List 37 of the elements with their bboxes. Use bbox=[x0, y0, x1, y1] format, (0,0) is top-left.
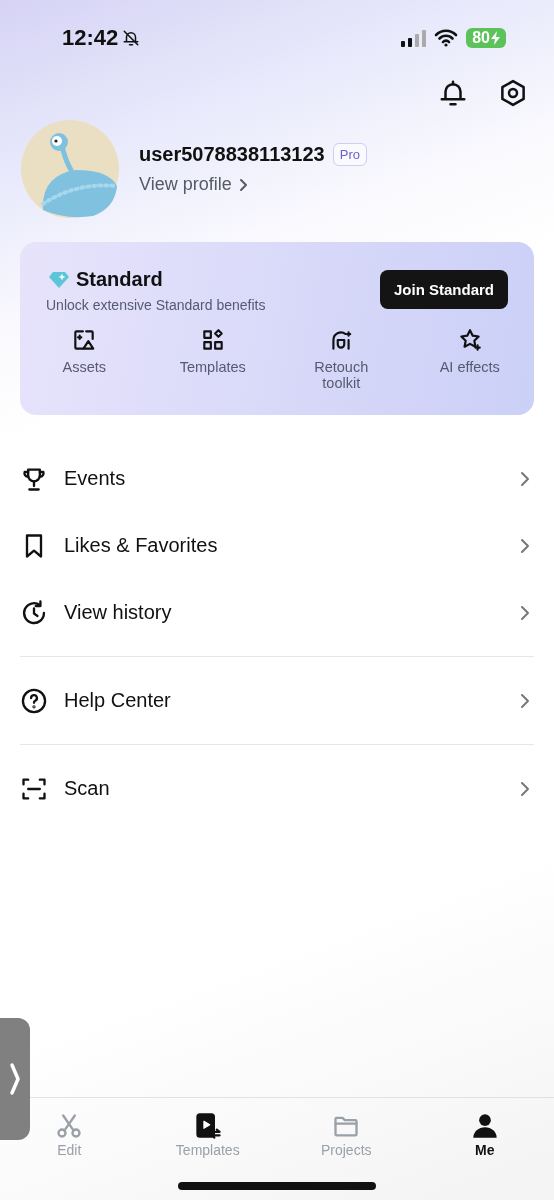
history-icon bbox=[20, 598, 48, 627]
menu-item[interactable]: Help Center bbox=[20, 667, 534, 734]
benefit-label: Templates bbox=[178, 359, 247, 375]
view-profile-link[interactable]: View profile bbox=[139, 174, 367, 195]
chevron-right-icon bbox=[237, 177, 248, 192]
join-button[interactable]: Join Standard bbox=[380, 270, 508, 309]
chevron-right-icon bbox=[9, 1062, 21, 1096]
chevron-right-icon bbox=[520, 537, 530, 554]
person-icon bbox=[470, 1112, 499, 1140]
video-template-icon bbox=[193, 1112, 222, 1140]
side-panel-handle[interactable] bbox=[0, 1018, 30, 1140]
help-icon bbox=[20, 686, 48, 715]
menu-item[interactable]: Scan bbox=[20, 755, 534, 822]
chevron-right-icon bbox=[520, 780, 530, 797]
chevron-right-icon bbox=[520, 604, 530, 621]
wifi-icon bbox=[434, 29, 459, 47]
pro-badge: Pro bbox=[332, 143, 367, 166]
settings-icon[interactable] bbox=[498, 78, 528, 108]
benefit-label: Retouch toolkit bbox=[313, 359, 370, 391]
tab[interactable]: Me bbox=[415, 1112, 554, 1182]
membership-subtitle: Unlock extensive Standard benefits bbox=[46, 297, 266, 313]
bolt-icon bbox=[491, 31, 500, 45]
chevron-right-icon bbox=[520, 692, 530, 709]
menu-item[interactable]: Likes & Favorites bbox=[20, 512, 534, 579]
benefit-label: Assets bbox=[61, 359, 107, 375]
diamond-icon bbox=[48, 270, 70, 289]
battery-level: 80 bbox=[466, 28, 506, 48]
scissors-icon bbox=[55, 1112, 84, 1140]
menu-item[interactable]: View history bbox=[20, 579, 534, 646]
bell-icon[interactable] bbox=[438, 78, 468, 108]
clock-time: 12:42 bbox=[62, 25, 119, 51]
username: user5078838113123 bbox=[139, 143, 325, 166]
menu-item[interactable]: Events bbox=[20, 445, 534, 512]
signal-icon bbox=[400, 29, 427, 47]
benefit-label: AI effects bbox=[438, 359, 501, 375]
chevron-right-icon bbox=[520, 470, 530, 487]
membership-title: Standard bbox=[76, 268, 163, 291]
